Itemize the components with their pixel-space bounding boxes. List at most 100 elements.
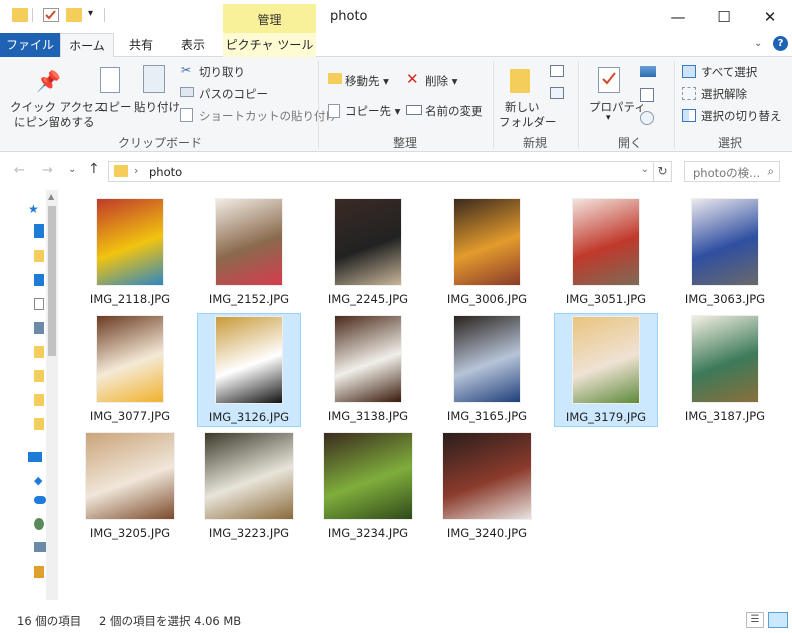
file-item[interactable]: IMG_3234.JPG [316,430,420,544]
history-icon[interactable] [640,111,654,125]
minimize-button[interactable]: — [656,2,700,32]
onedrive-icon[interactable] [34,496,46,504]
ribbon-tabs: ファイル ホーム 共有 表示 ピクチャ ツール ⌄ ? [0,33,792,58]
thumbnail-image [453,315,521,403]
select-none-icon [682,87,696,100]
thumbnail-image [442,432,532,520]
folder-icon[interactable] [34,370,44,382]
item-count: 16 個の項目 [17,614,82,628]
paste-shortcut-button[interactable]: ショートカットの貼り付け [199,108,337,124]
document-icon[interactable] [34,298,44,310]
copy-icon [100,67,120,93]
breadcrumb-chevron-icon[interactable]: › [134,164,138,177]
move-to-label: 移動先 [345,74,380,88]
file-name: IMG_3126.JPG [208,410,290,424]
drive-icon[interactable] [34,566,44,578]
file-item[interactable]: IMG_3126.JPG [197,313,301,427]
move-to-button[interactable]: 移動先 ▾ [345,73,389,89]
properties-button[interactable]: プロパティ [589,99,646,115]
file-item[interactable]: IMG_3187.JPG [673,313,777,427]
file-item[interactable]: IMG_3223.JPG [197,430,301,544]
file-item[interactable]: IMG_3179.JPG [554,313,658,427]
new-folder-button[interactable]: 新しい [505,99,540,115]
details-view-icon[interactable]: ☰ [746,612,764,628]
invert-selection-button[interactable]: 選択の切り替え [701,108,782,124]
folder-icon[interactable] [34,418,44,430]
dropbox-icon[interactable]: ◆ [34,474,42,487]
folder-icon[interactable] [34,346,44,358]
group-label-organize: 整理 [392,136,417,150]
tab-picture-tools[interactable]: ピクチャ ツール [223,33,316,57]
user-icon[interactable] [34,518,44,530]
divider [493,61,494,149]
delete-icon: ✕ [406,70,419,88]
tab-file[interactable]: ファイル [0,33,60,57]
properties-icon[interactable] [43,8,59,22]
large-icons-view-icon[interactable] [768,612,788,628]
chevron-down-icon[interactable]: ▾ [606,113,611,123]
copy-to-button[interactable]: コピー先 ▾ [345,103,400,119]
up-arrow-icon[interactable]: ↑ [88,161,100,177]
address-bar[interactable]: › photo ⌄ [108,161,654,182]
copy-to-icon [328,104,340,118]
select-none-button[interactable]: 選択解除 [701,86,747,102]
file-item[interactable]: IMG_3205.JPG [78,430,182,544]
search-input[interactable]: photoの検... ⌕ [684,161,780,182]
new-folder-icon[interactable] [66,8,82,22]
file-item[interactable]: IMG_3165.JPG [435,313,539,427]
copy-path-button[interactable]: パスのコピー [199,86,268,102]
forward-arrow-icon[interactable]: → [42,163,53,178]
file-item[interactable]: IMG_3063.JPG [673,196,777,310]
desktop-icon[interactable] [34,224,44,238]
chevron-down-icon[interactable]: ⌄ [68,164,76,175]
close-button[interactable]: ✕ [748,2,792,32]
delete-button[interactable]: 削除 ▾ [425,73,457,89]
new-item-icon[interactable] [550,65,564,77]
file-item[interactable]: IMG_2245.JPG [316,196,420,310]
tab-view[interactable]: 表示 [170,33,216,57]
navigation-pane: ★ ◆ [24,190,48,600]
scrollbar-thumb[interactable] [48,206,56,356]
easy-access-icon[interactable] [550,87,564,99]
monitor-icon[interactable] [28,452,42,462]
chevron-down-icon[interactable]: ⌄ [754,38,762,49]
back-arrow-icon[interactable]: ← [14,163,25,178]
breadcrumb-item[interactable]: photo [149,165,182,179]
open-icon[interactable] [640,66,656,77]
pin-quick-access-button[interactable]: クイック アクセス [10,99,105,115]
download-icon[interactable] [34,274,44,286]
cut-button[interactable]: 切り取り [199,64,245,80]
chevron-down-icon[interactable]: ▾ [88,8,93,19]
file-name: IMG_3179.JPG [565,410,647,424]
file-item[interactable]: IMG_3006.JPG [435,196,539,310]
chevron-down-icon[interactable]: ⌄ [641,164,649,175]
file-item[interactable]: IMG_3077.JPG [78,313,182,427]
file-item[interactable]: IMG_2152.JPG [197,196,301,310]
folder-icon[interactable] [34,394,44,406]
scrollbar[interactable]: ▲ [46,190,58,600]
folder-icon[interactable] [34,250,44,262]
tab-home[interactable]: ホーム [60,33,114,58]
file-item[interactable]: IMG_3051.JPG [554,196,658,310]
edit-icon[interactable] [640,88,654,102]
file-item[interactable]: IMG_3138.JPG [316,313,420,427]
paste-button[interactable]: 貼り付け [134,99,180,115]
select-all-button[interactable]: すべて選択 [701,64,757,80]
search-placeholder: photoの検... [693,166,761,180]
scroll-up-icon[interactable]: ▲ [48,192,54,201]
copy-button[interactable]: コピー [97,99,132,115]
pc-icon[interactable] [34,542,46,552]
file-name: IMG_3165.JPG [446,409,528,423]
file-item[interactable]: IMG_2118.JPG [78,196,182,310]
file-item[interactable]: IMG_3240.JPG [435,430,539,544]
pin-icon: 📌 [36,69,61,93]
star-icon[interactable]: ★ [28,202,39,216]
thumbnail-image [215,198,283,286]
refresh-icon[interactable]: ↻ [654,161,672,182]
thumbnail-image [691,315,759,403]
rename-button[interactable]: 名前の変更 [425,103,483,119]
pictures-icon[interactable] [34,322,44,334]
help-icon[interactable]: ? [773,36,788,51]
tab-share[interactable]: 共有 [118,33,164,57]
maximize-button[interactable]: ☐ [702,2,746,32]
